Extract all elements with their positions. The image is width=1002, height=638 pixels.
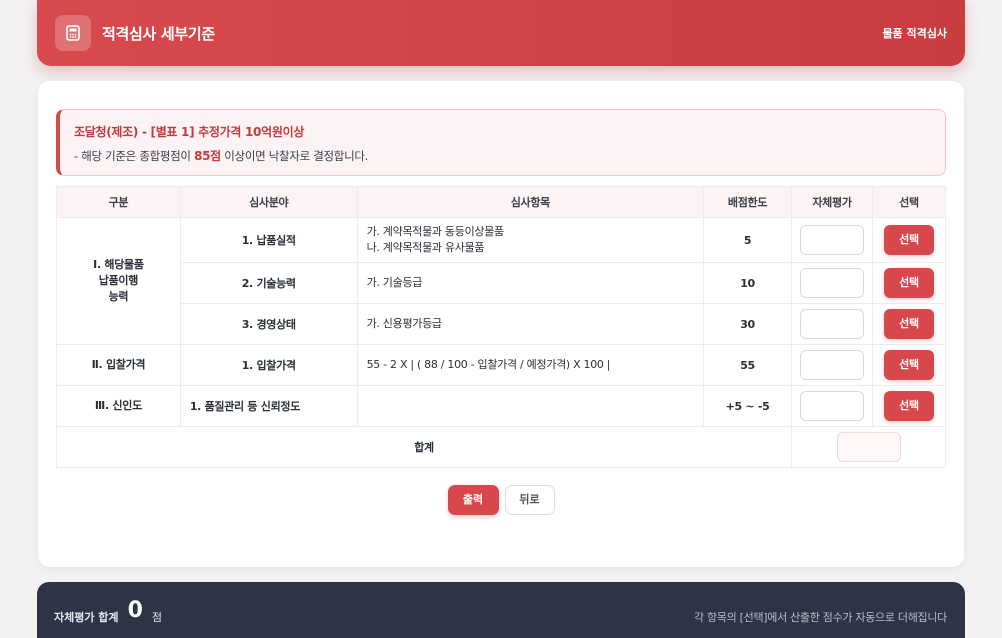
- item-line: 가. 기술등급: [366, 276, 423, 289]
- self-eval-cell: [791, 303, 873, 345]
- field-cell: 1. 납품실적: [179, 217, 358, 263]
- category-line: 납품이행: [98, 274, 139, 287]
- items-cell: 55 - 2 X | ( 88 / 100 - 입찰가격 / 예정가격) X 1…: [356, 344, 705, 386]
- action-buttons: 출력 뒤로: [38, 485, 964, 515]
- summary-footer: 자체평가 합계 0 점 각 항목의 [선택]에서 산출한 점수가 자동으로 더해…: [37, 582, 965, 638]
- self-eval-input[interactable]: [800, 309, 864, 339]
- self-eval-input[interactable]: [800, 391, 864, 421]
- items-cell: [356, 385, 705, 427]
- header-self-eval: 자체평가: [791, 186, 873, 218]
- score-limit-cell: 10: [703, 262, 793, 304]
- header-field: 심사분야: [179, 186, 358, 218]
- item-line: 가. 신용평가등급: [366, 317, 442, 330]
- header-section-label: 물품 적격심사: [882, 27, 947, 40]
- header-score-limit: 배점한도: [703, 186, 793, 218]
- total-label: 합계: [55, 426, 793, 468]
- items-cell: 가. 계약목적물과 동등이상물품 나. 계약목적물과 유사물품: [356, 217, 705, 263]
- field-cell: 2. 기술능력: [179, 262, 358, 304]
- table-header-row: 구분 심사분야 심사항목 배점한도 자체평가 선택: [56, 186, 947, 218]
- total-row: 합계: [55, 426, 946, 468]
- select-cell: 선택: [871, 217, 947, 263]
- notice-desc-suffix: 이상이면 낙찰자로 결정합니다.: [220, 149, 368, 163]
- item-line: 나. 계약목적물과 유사물품: [366, 241, 485, 254]
- self-eval-input[interactable]: [800, 225, 864, 255]
- table-row: 2. 기술능력 가. 기술등급 10 선택: [57, 262, 947, 304]
- page-title: 적격심사 세부기준: [102, 24, 215, 43]
- footer-total-unit: 점: [151, 611, 162, 624]
- calculator-icon: [55, 15, 91, 51]
- score-limit-cell: 55: [703, 344, 793, 386]
- header-select: 선택: [871, 186, 947, 218]
- select-button[interactable]: 선택: [883, 225, 934, 255]
- select-cell: 선택: [871, 262, 947, 304]
- score-limit-cell: +5 ~ -5: [703, 385, 793, 427]
- item-line: 55 - 2 X | ( 88 / 100 - 입찰가격 / 예정가격) X 1…: [366, 358, 611, 371]
- self-eval-cell: [791, 385, 873, 427]
- self-eval-cell: [791, 217, 873, 263]
- select-button[interactable]: 선택: [883, 391, 934, 421]
- table-row: 3. 경영상태 가. 신용평가등급 30 선택: [57, 303, 947, 345]
- notice-desc-prefix: - 해당 기준은 종합평점이: [74, 149, 195, 163]
- field-cell: 3. 경영상태: [179, 303, 358, 345]
- select-cell: 선택: [871, 344, 947, 386]
- select-button[interactable]: 선택: [883, 268, 934, 298]
- self-eval-input[interactable]: [800, 268, 864, 298]
- category-cell: Ⅰ. 해당물품 납품이행 능력: [56, 217, 181, 345]
- criteria-card: 조달청(제조) - [별표 1] 추정가격 10억원이상 - 해당 기준은 종합…: [38, 81, 964, 567]
- field-cell: 1. 입찰가격: [179, 344, 358, 386]
- back-button[interactable]: 뒤로: [504, 485, 555, 515]
- notice-title: 조달청(제조) - [별표 1] 추정가격 10억원이상: [74, 125, 305, 139]
- item-line: 가. 계약목적물과 동등이상물품: [366, 225, 505, 238]
- category-line: Ⅲ. 신인도: [94, 399, 142, 412]
- score-limit-cell: 5: [703, 217, 793, 263]
- category-cell: Ⅱ. 입찰가격: [56, 344, 181, 386]
- footer-total-label: 자체평가 합계: [54, 611, 119, 624]
- field-cell: 1. 품질관리 등 신뢰정도: [179, 385, 358, 427]
- select-cell: 선택: [871, 385, 947, 427]
- criteria-table: 구분 심사분야 심사항목 배점한도 자체평가 선택 Ⅰ. 해당물품 납품이행 능…: [55, 186, 947, 468]
- select-button[interactable]: 선택: [883, 350, 934, 380]
- footer-hint: 각 항목의 [선택]에서 산출한 점수가 자동으로 더해집니다: [693, 611, 947, 624]
- table-row: Ⅰ. 해당물품 납품이행 능력 1. 납품실적 가. 계약목적물과 동등이상물품…: [56, 217, 947, 345]
- score-limit-cell: 30: [703, 303, 793, 345]
- items-cell: 가. 기술등급: [356, 262, 705, 304]
- notice-pass-score: 85점: [194, 149, 221, 163]
- notice-box: 조달청(제조) - [별표 1] 추정가격 10억원이상 - 해당 기준은 종합…: [56, 109, 946, 176]
- category-line: Ⅱ. 입찰가격: [91, 358, 146, 371]
- items-cell: 가. 신용평가등급: [356, 303, 705, 345]
- print-button[interactable]: 출력: [447, 485, 499, 515]
- self-eval-cell: [791, 262, 873, 304]
- category-cell: Ⅲ. 신인도: [56, 385, 181, 427]
- category-line: Ⅰ. 해당물품: [93, 258, 144, 271]
- footer-total-value: 0: [127, 598, 143, 623]
- header-items: 심사항목: [356, 186, 705, 218]
- total-value-box: [836, 432, 901, 462]
- total-cell: [791, 426, 946, 468]
- select-button[interactable]: 선택: [883, 309, 934, 339]
- select-cell: 선택: [871, 303, 947, 345]
- table-row: Ⅱ. 입찰가격 1. 입찰가격 55 - 2 X | ( 88 / 100 - …: [56, 344, 947, 386]
- header-category: 구분: [56, 186, 181, 218]
- notice-description: - 해당 기준은 종합평점이 85점 이상이면 낙찰자로 결정합니다.: [74, 147, 945, 164]
- table-row: Ⅲ. 신인도 1. 품질관리 등 신뢰정도 +5 ~ -5 선택: [56, 385, 947, 427]
- category-line: 능력: [108, 290, 129, 303]
- self-eval-input[interactable]: [800, 350, 864, 380]
- page-header: 적격심사 세부기준 물품 적격심사: [37, 0, 965, 66]
- self-eval-cell: [791, 344, 873, 386]
